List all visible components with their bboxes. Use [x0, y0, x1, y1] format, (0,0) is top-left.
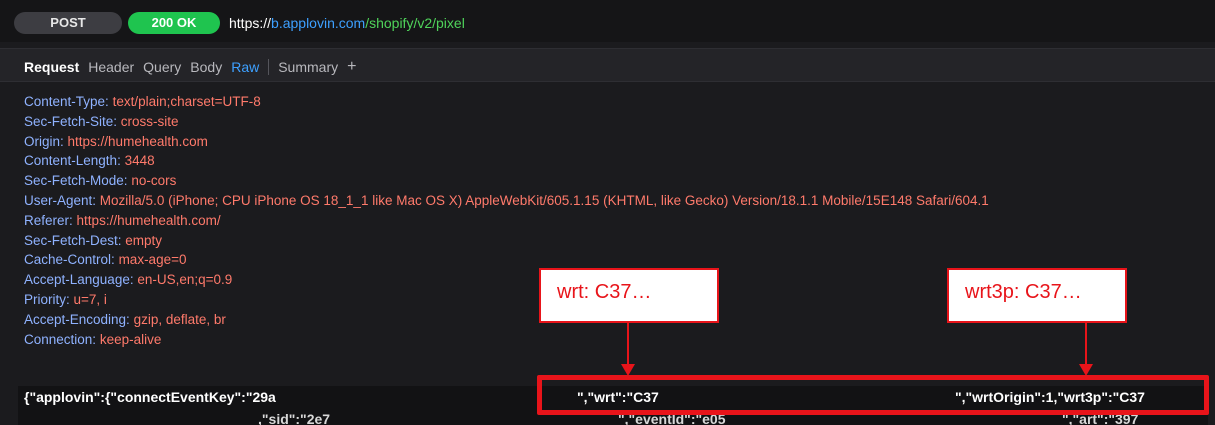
header-value: en-US,en;q=0.9 [137, 272, 233, 288]
header-row: Sec-Fetch-Dest: empty [24, 231, 989, 251]
header-key: Connection: [24, 331, 97, 347]
raw-headers: Content-Type: text/plain;charset=UTF-8 S… [24, 92, 989, 349]
header-key: User-Agent: [24, 192, 97, 208]
header-value: max-age=0 [118, 252, 187, 268]
header-row: Accept-Encoding: gzip, deflate, br [24, 310, 989, 330]
header-key: Content-Length: [24, 153, 121, 169]
add-tab-icon[interactable]: + [347, 58, 356, 76]
header-key: Priority: [24, 291, 70, 307]
body-line-2-part-1: ,"sid":"2e7 [258, 411, 331, 425]
header-row: User-Agent: Mozilla/5.0 (iPhone; CPU iPh… [24, 191, 989, 211]
header-key: Content-Type: [24, 94, 109, 109]
tab-request[interactable]: Request [24, 58, 79, 76]
tab-raw[interactable]: Raw [231, 58, 259, 76]
header-key: Referer: [24, 212, 73, 228]
arrow-wrt3p-line [1085, 323, 1087, 365]
header-value: gzip, deflate, br [133, 311, 226, 327]
url-host: b.applovin.com [271, 15, 366, 31]
header-key: Origin: [24, 133, 64, 149]
header-key: Sec-Fetch-Dest: [24, 232, 122, 248]
callout-wrt: wrt: C37… [539, 268, 719, 323]
header-value: Mozilla/5.0 (iPhone; CPU iPhone OS 18_1_… [99, 192, 989, 208]
header-value: text/plain;charset=UTF-8 [112, 94, 261, 109]
method-badge[interactable]: POST [14, 12, 122, 34]
header-row: Sec-Fetch-Site: cross-site [24, 112, 989, 132]
tab-header[interactable]: Header [88, 58, 134, 76]
header-value: empty [125, 232, 163, 248]
header-row: Origin: https://humehealth.com [24, 132, 989, 152]
url-path: /shopify/v2/pixel [365, 15, 465, 31]
header-value: u=7, i [73, 291, 107, 307]
arrow-wrt-line [627, 323, 629, 365]
tab-divider [268, 59, 270, 75]
request-url[interactable]: https://b.applovin.com/shopify/v2/pixel [229, 14, 465, 32]
header-value: cross-site [120, 113, 179, 129]
request-url-bar: POST 200 OK https://b.applovin.com/shopi… [0, 0, 1215, 42]
header-row: Content-Length: 3448 [24, 151, 989, 171]
header-key: Cache-Control: [24, 252, 115, 268]
header-row: Accept-Language: en-US,en;q=0.9 [24, 270, 989, 290]
header-value: keep-alive [99, 331, 162, 347]
header-value: no-cors [131, 173, 177, 189]
header-value: https://humehealth.com/ [76, 212, 221, 228]
tab-summary[interactable]: Summary [278, 58, 338, 76]
header-key: Sec-Fetch-Mode: [24, 173, 128, 189]
header-row: Sec-Fetch-Mode: no-cors [24, 171, 989, 191]
header-key: Accept-Language: [24, 272, 134, 288]
header-row: Priority: u=7, i [24, 290, 989, 310]
header-row: Content-Type: text/plain;charset=UTF-8 [24, 92, 989, 112]
header-value: 3448 [124, 153, 155, 169]
highlight-box [537, 375, 1209, 415]
header-row: Referer: https://humehealth.com/ [24, 211, 989, 231]
header-value: https://humehealth.com [67, 133, 208, 149]
header-row: Connection: keep-alive [24, 330, 989, 350]
request-tab-bar: Request Header Query Body Raw Summary + [0, 48, 1215, 82]
callout-wrt3p: wrt3p: C37… [947, 268, 1127, 323]
header-row: Cache-Control: max-age=0 [24, 250, 989, 270]
header-key: Sec-Fetch-Site: [24, 113, 118, 129]
status-badge: 200 OK [128, 12, 220, 34]
tab-body[interactable]: Body [190, 58, 222, 76]
url-scheme: https:// [229, 15, 272, 31]
header-key: Accept-Encoding: [24, 311, 130, 327]
body-line-1-part-1: {"applovin":{"connectEventKey":"29a [24, 389, 276, 405]
tab-query[interactable]: Query [143, 58, 181, 76]
